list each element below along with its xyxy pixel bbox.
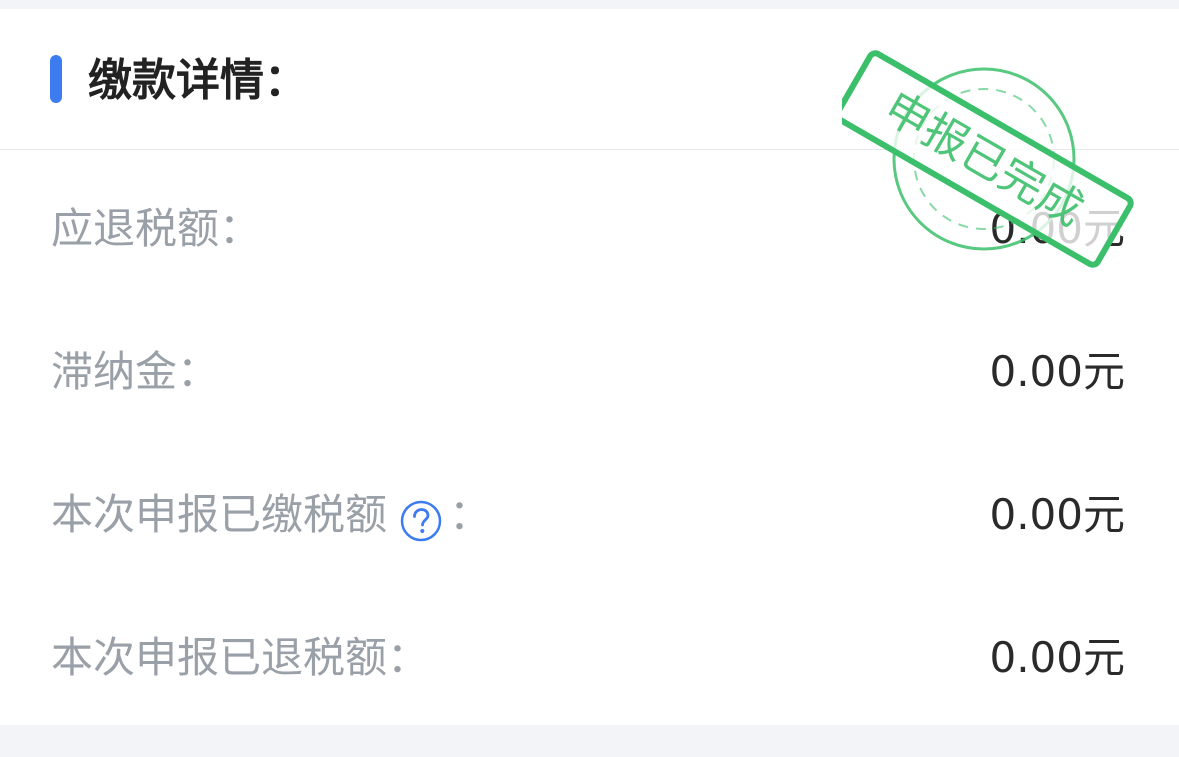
payment-details-card: 缴款详情： 应退税额： 0.00元 滞纳金： 0.00元 本次申报已缴税额 ： … <box>0 9 1179 725</box>
row-value: 0.00元 <box>989 204 1125 253</box>
detail-row-tax-paid: 本次申报已缴税额 ： 0.00元 <box>0 475 1179 555</box>
row-value: 0.00元 <box>989 347 1125 396</box>
row-label-suffix: ： <box>449 490 492 539</box>
row-label: 本次申报已退税额： <box>51 633 430 682</box>
row-label: 本次申报已缴税额 <box>51 490 388 539</box>
row-value: 0.00元 <box>989 633 1125 682</box>
question-circle-icon[interactable] <box>397 491 445 542</box>
row-label-group: 本次申报已缴税额 ： <box>51 475 491 555</box>
row-label: 滞纳金： <box>51 347 220 396</box>
row-label: 应退税额： <box>51 204 262 253</box>
section-header: 缴款详情： <box>0 9 1179 150</box>
section-title: 缴款详情： <box>88 55 308 106</box>
detail-row-late-fee: 滞纳金： 0.00元 <box>0 332 1179 412</box>
section-accent-bar <box>50 55 62 103</box>
detail-row-tax-refunded: 本次申报已退税额： 0.00元 <box>0 618 1179 698</box>
row-value: 0.00元 <box>989 490 1125 539</box>
detail-row-refund-due: 应退税额： 0.00元 <box>0 189 1179 269</box>
